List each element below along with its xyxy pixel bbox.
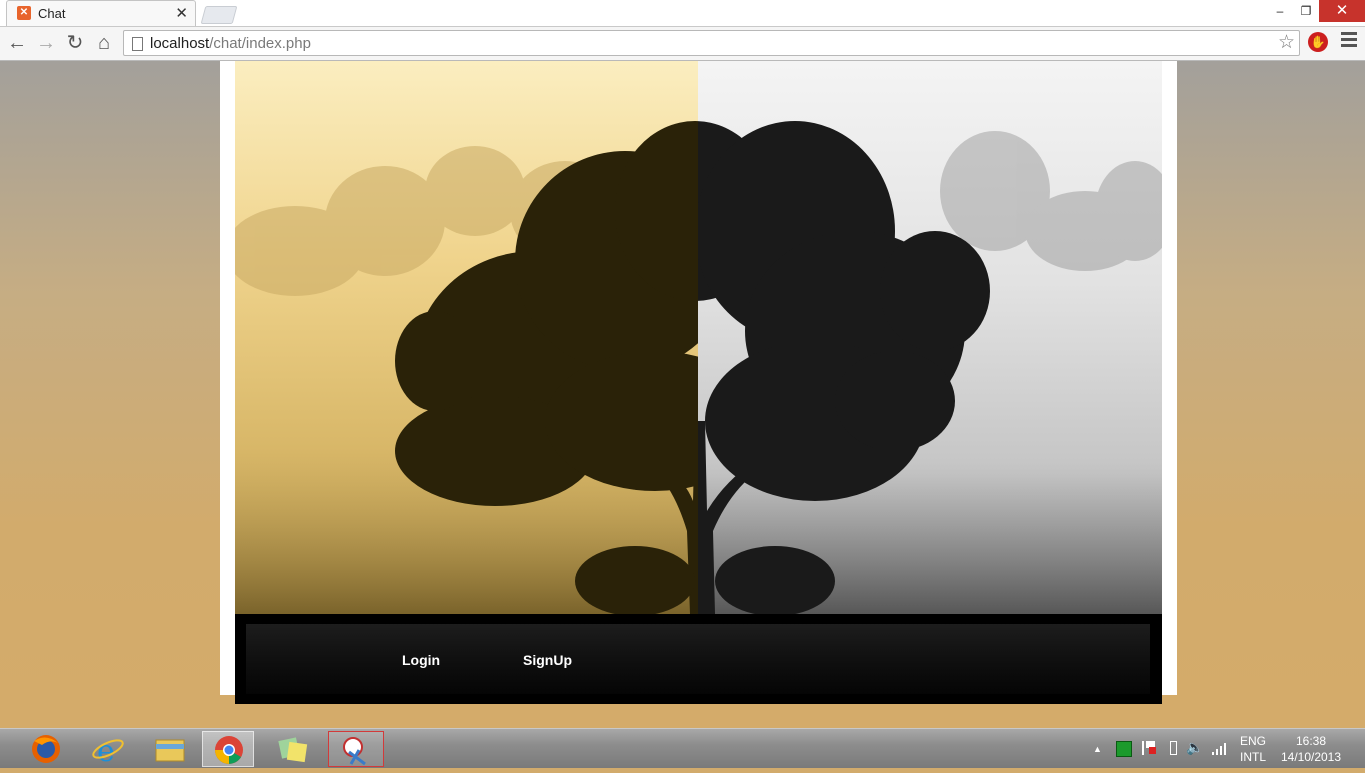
- clock-time: 16:38: [1295, 734, 1327, 748]
- back-button[interactable]: ←: [5, 31, 29, 55]
- language-indicator[interactable]: ENG INTL: [1238, 733, 1268, 765]
- new-tab-button[interactable]: [200, 6, 238, 24]
- page-icon: [132, 37, 143, 51]
- login-link[interactable]: Login: [402, 652, 440, 668]
- adblock-extension-icon[interactable]: ✋: [1308, 32, 1328, 52]
- windows-taskbar: e ▲ 🔈 ENG INTL 16:38 14/10/2013: [0, 728, 1365, 769]
- snipping-tool-icon[interactable]: [328, 731, 384, 767]
- window-controls: – ❐ ✕: [1267, 0, 1365, 22]
- close-window-button[interactable]: ✕: [1319, 0, 1365, 22]
- tab-close-icon[interactable]: ✕: [175, 4, 188, 22]
- firefox-icon[interactable]: [20, 731, 72, 767]
- show-hidden-icons[interactable]: ▲: [1093, 741, 1102, 757]
- tab-title: Chat: [38, 6, 66, 21]
- tree-image: [235, 61, 1162, 614]
- utorrent-icon[interactable]: [1116, 741, 1132, 757]
- clock[interactable]: 16:38 14/10/2013: [1278, 733, 1344, 765]
- bookmark-star-icon[interactable]: ☆: [1278, 33, 1295, 53]
- ie-glyph: e: [92, 734, 124, 769]
- page-viewport: Login SignUp: [0, 61, 1365, 728]
- volume-icon[interactable]: 🔈: [1186, 739, 1203, 755]
- scissors-glyph: [343, 737, 366, 766]
- url-host: localhost: [150, 35, 210, 52]
- forward-button[interactable]: →: [34, 31, 58, 55]
- svg-text:e: e: [97, 734, 115, 767]
- network-signal-icon[interactable]: [1212, 741, 1228, 755]
- navbar: Login SignUp: [235, 614, 1162, 704]
- firefox-glyph: [32, 735, 60, 763]
- clock-date: 14/10/2013: [1280, 750, 1342, 764]
- address-bar[interactable]: localhost/chat/index.php ☆: [123, 30, 1300, 56]
- language-top: ENG: [1239, 734, 1266, 748]
- browser-titlebar: ✕ Chat ✕ – ❐ ✕: [0, 0, 1365, 27]
- internet-explorer-icon[interactable]: e: [82, 731, 134, 769]
- folder-glyph: [155, 739, 185, 762]
- chrome-glyph: [215, 736, 243, 764]
- chrome-menu-icon[interactable]: [1341, 32, 1357, 52]
- home-button[interactable]: ⌂: [92, 31, 116, 55]
- hero-image: [235, 61, 1162, 614]
- sticky-notes-icon[interactable]: [268, 731, 320, 767]
- browser-tab[interactable]: ✕ Chat ✕: [6, 0, 196, 26]
- navbar-inner: Login SignUp: [246, 624, 1150, 694]
- minimize-button[interactable]: –: [1267, 0, 1293, 22]
- language-bottom: INTL: [1239, 750, 1266, 764]
- url-path: /chat/index.php: [209, 35, 311, 52]
- signup-link[interactable]: SignUp: [523, 652, 572, 668]
- action-center-flag-icon[interactable]: [1142, 741, 1156, 755]
- url-text[interactable]: localhost/chat/index.php: [150, 35, 311, 52]
- chrome-icon[interactable]: [202, 731, 254, 767]
- battery-icon[interactable]: [1170, 741, 1177, 755]
- browser-toolbar: ← → ↻ ⌂ localhost/chat/index.php ☆ ✋: [0, 27, 1365, 61]
- file-explorer-icon[interactable]: [144, 731, 196, 767]
- restore-button[interactable]: ❐: [1293, 0, 1319, 22]
- xampp-favicon-icon: ✕: [17, 6, 31, 20]
- notes-glyph: [278, 737, 308, 763]
- reload-button[interactable]: ↻: [63, 31, 87, 55]
